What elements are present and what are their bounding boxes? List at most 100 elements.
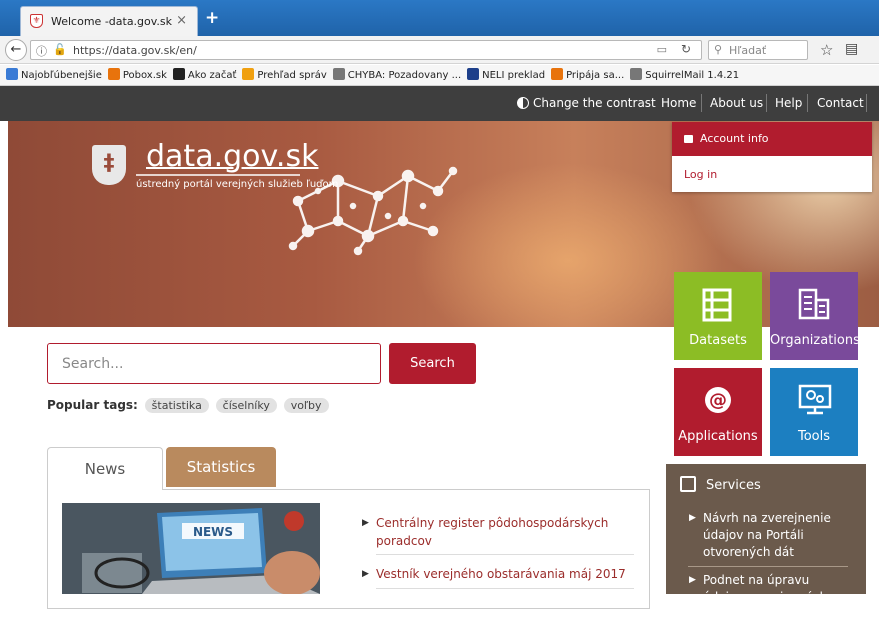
bullet-icon: ▶	[689, 575, 696, 585]
tab-news[interactable]: News	[47, 447, 163, 490]
services-header: Services	[680, 476, 761, 493]
search-button[interactable]: Search	[389, 343, 476, 384]
nav-separator	[766, 94, 767, 112]
bookmark-label: SquirrelMail 1.4.21	[645, 70, 740, 81]
url-text[interactable]: https://data.gov.sk/en/	[73, 44, 197, 57]
reader-view-icon[interactable]: ▭	[657, 43, 667, 56]
browser-search-placeholder: Hľadať	[729, 44, 767, 57]
popular-tags-label: Popular tags:	[47, 398, 138, 412]
bookmark-item[interactable]: Prehľad správ	[242, 65, 327, 85]
tile-datasets[interactable]: Datasets	[674, 272, 762, 360]
site-logo-subtitle: ústredný portál verejných služieb ľuďom	[136, 179, 339, 190]
popular-tags: Popular tags: štatistika číselníky voľby	[47, 398, 329, 413]
tab-statistics[interactable]: Statistics	[166, 447, 276, 487]
bookmark-item[interactable]: Pripája sa...	[551, 65, 625, 85]
search-input[interactable]	[47, 343, 381, 384]
bookmark-item[interactable]: Pobox.sk	[107, 65, 167, 85]
site-logo-title[interactable]: data.gov.sk	[146, 139, 318, 174]
service-item-label[interactable]: Podnet na úpravu údajov zverejnených na …	[703, 573, 846, 621]
tile-organizations[interactable]: Organizations	[770, 272, 860, 360]
lock-icon	[684, 135, 693, 143]
bookmark-item[interactable]: Ako začať	[172, 65, 237, 85]
browser-search-input[interactable]: ⚲ Hľadať	[708, 40, 808, 60]
bookmarks-bar: Najobľúbenejšie Pobox.sk Ako začať Prehľad …	[0, 65, 879, 86]
tag-ciselniky[interactable]: číselníky	[215, 398, 277, 413]
news-divider	[376, 588, 634, 589]
news-item[interactable]: ▶ Centrálny register pôdohospodárskych p…	[362, 514, 626, 550]
tile-tools-label: Tools	[797, 429, 831, 444]
nav-home[interactable]: Home	[661, 96, 696, 110]
tile-applications[interactable]: @ Applications	[674, 368, 762, 456]
reload-icon[interactable]: ↻	[681, 42, 691, 56]
services-title: Services	[706, 478, 761, 493]
nav-separator	[807, 94, 808, 112]
new-tab-button[interactable]: +	[205, 8, 219, 28]
bookmark-star-icon[interactable]: ☆	[820, 41, 833, 59]
tag-statistika[interactable]: štatistika	[144, 398, 209, 413]
change-contrast-link[interactable]: Change the contrast	[517, 96, 656, 110]
news-item-title[interactable]: Centrálny register pôdohospodárskych por…	[376, 516, 608, 548]
bullet-icon: ▶	[362, 569, 369, 579]
bullet-icon: ▶	[362, 518, 369, 528]
nav-separator	[701, 94, 702, 112]
contrast-icon	[517, 97, 529, 109]
news-item-title[interactable]: Vestník verejného obstarávania máj 2017	[376, 567, 626, 581]
globe-icon	[630, 68, 643, 80]
search-icon: ⚲	[714, 43, 723, 56]
globe-icon	[332, 68, 345, 80]
tile-applications-label: Applications	[678, 429, 758, 444]
login-link[interactable]: Log in	[672, 156, 872, 181]
service-item-label[interactable]: Návrh na zverejnenie údajov na Portáli o…	[703, 511, 831, 559]
bullet-icon: ▶	[689, 513, 696, 523]
lock-warning-icon[interactable]: 🔓	[53, 43, 67, 56]
browser-nav-bar: ← ⓘ 🔓 https://data.gov.sk/en/ ▭ ↻ ⚲ Hľad…	[0, 36, 879, 64]
close-tab-icon[interactable]: ×	[176, 13, 187, 28]
bookmark-label: Ako začať	[187, 70, 237, 81]
browser-tab-bar: ⚜ Welcome -data.gov.sk × +	[0, 0, 879, 36]
back-button[interactable]: ←	[5, 39, 27, 61]
bookmark-item[interactable]: SquirrelMail 1.4.21	[630, 65, 740, 85]
services-divider	[688, 566, 848, 567]
organizations-icon	[798, 288, 830, 320]
account-info-header[interactable]: Account info	[672, 122, 872, 156]
slovak-coat-of-arms-logo[interactable]: ‡	[92, 145, 126, 185]
info-icon[interactable]: ⓘ	[36, 43, 47, 59]
folder-icon	[6, 68, 18, 80]
pobox-icon	[107, 68, 120, 80]
bookmark-label: Prehľad správ	[257, 70, 327, 81]
svg-text:@: @	[709, 390, 727, 411]
news-item[interactable]: ▶ Vestník verejného obstarávania máj 201…	[362, 565, 626, 583]
bookmark-label: Pripája sa...	[566, 70, 625, 81]
site-top-bar: Change the contrast Home About us Help C…	[0, 86, 879, 121]
neli-icon	[467, 68, 480, 80]
bookmark-label: Najobľúbenejšie	[21, 70, 102, 81]
bookmark-item[interactable]: NELI preklad	[467, 65, 545, 85]
at-sign-icon: @	[705, 387, 731, 413]
nav-contact[interactable]: Contact	[817, 96, 864, 110]
nav-separator	[866, 94, 867, 112]
tile-tools[interactable]: Tools	[770, 368, 858, 456]
rss-icon	[242, 68, 255, 80]
m-icon	[172, 68, 185, 80]
bookmark-label: Pobox.sk	[122, 70, 167, 81]
account-dropdown: Account info Log in	[672, 122, 872, 192]
address-bar[interactable]: ⓘ 🔓 https://data.gov.sk/en/ ▭ ↻	[30, 40, 702, 60]
news-image[interactable]: NEWS	[62, 503, 320, 594]
contrast-label: Change the contrast	[533, 96, 656, 110]
bookmark-item[interactable]: Najobľúbenejšie	[6, 65, 102, 85]
tag-volby[interactable]: voľby	[283, 398, 329, 413]
bookmark-item[interactable]: CHYBA: Pozadovany ...	[332, 65, 462, 85]
browser-tab[interactable]: ⚜ Welcome -data.gov.sk ×	[20, 6, 198, 36]
nav-help[interactable]: Help	[775, 96, 802, 110]
reading-list-icon[interactable]: ▤	[845, 41, 858, 57]
news-laptop-illustration: NEWS	[62, 503, 320, 594]
news-image-text: NEWS	[193, 525, 233, 539]
service-item[interactable]: ▶ Návrh na zverejnenie údajov na Portáli…	[689, 510, 853, 561]
pobox-icon	[551, 68, 564, 80]
services-icon	[680, 476, 696, 492]
account-info-label: Account info	[700, 132, 769, 145]
tab-title: Welcome -data.gov.sk	[51, 15, 173, 28]
service-item[interactable]: ▶ Podnet na úpravu údajov zverejnených n…	[689, 572, 853, 623]
nav-about-us[interactable]: About us	[710, 96, 763, 110]
bookmark-label: CHYBA: Pozadovany ...	[347, 70, 462, 81]
